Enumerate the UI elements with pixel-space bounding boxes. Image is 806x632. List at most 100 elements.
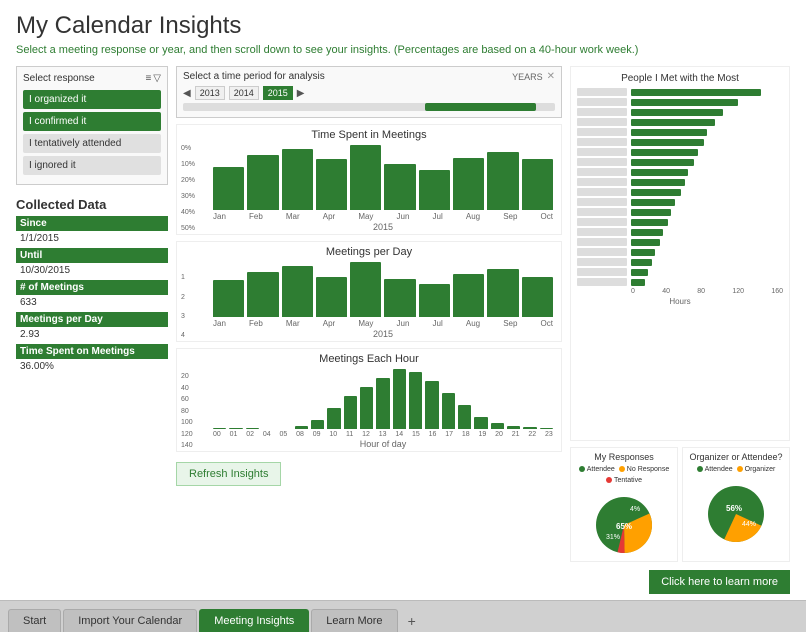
people-met-name-bar [577, 108, 627, 116]
response-btn-confirmed[interactable]: I confirmed it [23, 112, 161, 131]
meetings-day-bars [209, 262, 557, 317]
people-met-row [577, 188, 783, 196]
bar [327, 408, 340, 429]
time-period-box: Select a time period for analysis YEARS … [176, 66, 562, 118]
people-met-bar-fill [631, 219, 668, 226]
bar [247, 272, 278, 317]
people-met-box: People I Met with the Most 0 40 80 120 1… [570, 66, 790, 441]
people-met-name-bar [577, 268, 627, 276]
bar [213, 280, 244, 317]
tab-import[interactable]: Import Your Calendar [63, 609, 197, 632]
people-met-bar-fill [631, 249, 655, 256]
legend-organizer: Organizer [737, 466, 776, 473]
bar [316, 277, 347, 317]
since-value: 1/1/2015 [16, 232, 168, 245]
bar [213, 167, 244, 210]
bar [311, 420, 324, 429]
people-met-name-bar [577, 178, 627, 186]
people-met-name-bar [577, 248, 627, 256]
people-met-bar-fill [631, 109, 723, 116]
bar [507, 426, 520, 429]
people-met-row [577, 278, 783, 286]
year-btn-2015[interactable]: 2015 [263, 86, 293, 100]
people-met-name-bar [577, 158, 627, 166]
people-met-bar-fill [631, 89, 761, 96]
since-label: Since [16, 216, 168, 231]
bar [384, 164, 415, 210]
tab-meeting-insights[interactable]: Meeting Insights [199, 609, 309, 632]
select-response-label: Select response [23, 73, 95, 84]
nav-arrows-left[interactable]: ◀ [183, 88, 191, 99]
people-met-name-bar [577, 188, 627, 196]
filter-icon: ≡ [145, 73, 151, 84]
meetings-hour-chart: Meetings Each Hour 140 120 100 80 60 40 … [176, 348, 562, 452]
people-met-name-bar [577, 258, 627, 266]
meetings-hour-x-labels: 0001020405080910111213141516171819202122… [209, 431, 557, 438]
bar [350, 145, 381, 210]
bar [522, 159, 553, 210]
meetings-count-label: # of Meetings [16, 280, 168, 295]
response-btn-ignored[interactable]: I ignored it [23, 156, 161, 175]
bar [523, 427, 536, 429]
tab-start[interactable]: Start [8, 609, 61, 632]
year-btn-2013[interactable]: 2013 [195, 86, 225, 100]
bar [540, 428, 553, 429]
meetings-hour-y-axis: 140 120 100 80 60 40 20 [181, 369, 193, 449]
response-btn-organized[interactable]: I organized it [23, 90, 161, 109]
time-spent-chart-wrapper: 50% 40% 30% 20% 10% 0% JanFebMarAprMayJu… [181, 145, 557, 232]
people-met-row [577, 268, 783, 276]
bar [453, 274, 484, 317]
my-responses-title: My Responses [575, 452, 673, 462]
people-met-row [577, 148, 783, 156]
response-btn-tentative[interactable]: I tentatively attended [23, 134, 161, 153]
people-met-bar-fill [631, 149, 698, 156]
bar [442, 393, 455, 429]
people-met-bar-fill [631, 99, 738, 106]
page-subtitle: Select a meeting response or year, and t… [16, 44, 790, 56]
people-met-row [577, 158, 783, 166]
people-met-bar-fill [631, 169, 688, 176]
people-met-name-bar [577, 198, 627, 206]
people-met-row [577, 108, 783, 116]
people-met-row [577, 208, 783, 216]
people-met-name-bar [577, 118, 627, 126]
people-met-name-bar [577, 148, 627, 156]
people-met-row [577, 88, 783, 96]
people-met-bar-fill [631, 229, 663, 236]
page-title: My Calendar Insights [16, 12, 790, 40]
nav-arrows-right[interactable]: ▶ [297, 88, 305, 99]
meetings-per-day-label: Meetings per Day [16, 312, 168, 327]
legend-tentative: Tentative [606, 477, 642, 484]
people-met-bar-fill [631, 209, 671, 216]
timeline-bar [183, 103, 555, 111]
people-met-row [577, 98, 783, 106]
people-met-name-bar [577, 238, 627, 246]
bar [213, 428, 226, 429]
people-met-bar-fill [631, 189, 681, 196]
timeline-fill [425, 103, 537, 111]
people-met-row [577, 198, 783, 206]
svg-text:56%: 56% [726, 504, 742, 513]
people-met-name-bar [577, 278, 627, 286]
people-met-row [577, 218, 783, 226]
year-btn-2014[interactable]: 2014 [229, 86, 259, 100]
years-label: YEARS [512, 72, 543, 82]
bar [425, 381, 438, 429]
funnel-icon: ▽ [153, 73, 161, 84]
organizer-attendee-legend: Attendee Organizer [687, 466, 785, 473]
tab-add-button[interactable]: + [400, 610, 424, 632]
people-met-row [577, 178, 783, 186]
people-met-bar-fill [631, 119, 715, 126]
tab-learn-more[interactable]: Learn More [311, 609, 397, 632]
learn-more-button[interactable]: Click here to learn more [649, 570, 790, 594]
time-spent-chart: Time Spent in Meetings 50% 40% 30% 20% 1… [176, 124, 562, 235]
close-icon: ✕ [547, 71, 555, 82]
people-met-bar-fill [631, 279, 645, 286]
bar [409, 372, 422, 429]
svg-text:44%: 44% [742, 521, 756, 528]
bar [419, 170, 450, 210]
people-met-row [577, 128, 783, 136]
refresh-button[interactable]: Refresh Insights [176, 462, 281, 486]
bar [487, 152, 518, 210]
people-met-bar-fill [631, 159, 694, 166]
